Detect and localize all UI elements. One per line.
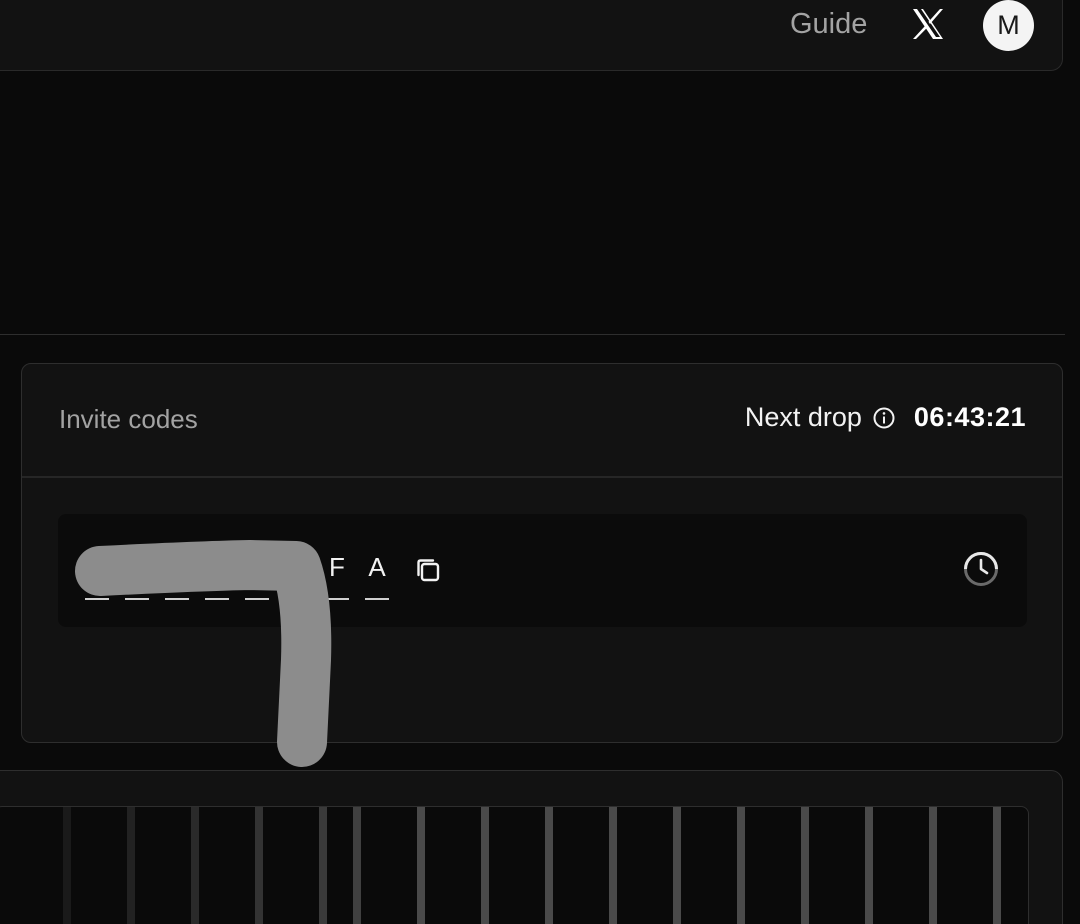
code-slot-underline xyxy=(205,598,229,600)
code-slot-underline xyxy=(125,598,149,600)
preview-stripe xyxy=(353,807,361,924)
invite-codes-card: Invite codes Next drop 06:43:21 F A xyxy=(21,363,1063,743)
preview-stripe xyxy=(191,807,199,924)
preview-stripe xyxy=(737,807,745,924)
code-slot-underline xyxy=(85,598,109,600)
invite-code-row: F A xyxy=(58,514,1027,627)
preview-stripe xyxy=(993,807,1001,924)
preview-stripe xyxy=(481,807,489,924)
code-slot-underline xyxy=(245,598,269,600)
preview-stripe xyxy=(545,807,553,924)
code-slot-underline xyxy=(325,598,349,600)
preview-stripe xyxy=(801,807,809,924)
preview-stripe xyxy=(127,807,135,924)
code-slot-underline xyxy=(165,598,189,600)
preview-stripe xyxy=(319,807,327,924)
code-char: A xyxy=(368,552,386,582)
next-drop-label: Next drop xyxy=(744,402,862,432)
x-logo-icon[interactable] xyxy=(910,6,946,42)
preview-stripe xyxy=(609,807,617,924)
next-drop-countdown: 06:43:21 xyxy=(913,402,1026,432)
preview-stripe xyxy=(929,807,937,924)
invite-codes-title: Invite codes xyxy=(59,404,198,434)
preview-stripe xyxy=(865,807,873,924)
next-drop: Next drop 06:43:21 xyxy=(745,402,1026,433)
code-char: F xyxy=(329,552,345,582)
preview-stripe xyxy=(673,807,681,924)
clock-history-icon[interactable] xyxy=(961,549,1001,589)
user-avatar[interactable]: M xyxy=(983,0,1034,51)
preview-stripe xyxy=(255,807,263,924)
page: Guide M Invite codes Next drop 06:43:21 … xyxy=(0,0,1080,924)
code-slot-underline xyxy=(365,598,389,600)
info-icon[interactable] xyxy=(872,406,896,430)
top-navigation-bar xyxy=(0,0,1063,71)
invite-codes-header: Invite codes Next drop 06:43:21 xyxy=(22,364,1062,478)
preview-stripe xyxy=(63,807,71,924)
striped-preview-panel xyxy=(0,806,1029,924)
guide-link[interactable]: Guide xyxy=(790,6,867,42)
section-divider xyxy=(0,334,1065,335)
copy-icon[interactable] xyxy=(413,555,443,585)
code-slot-underline xyxy=(285,598,309,600)
preview-stripe xyxy=(417,807,425,924)
